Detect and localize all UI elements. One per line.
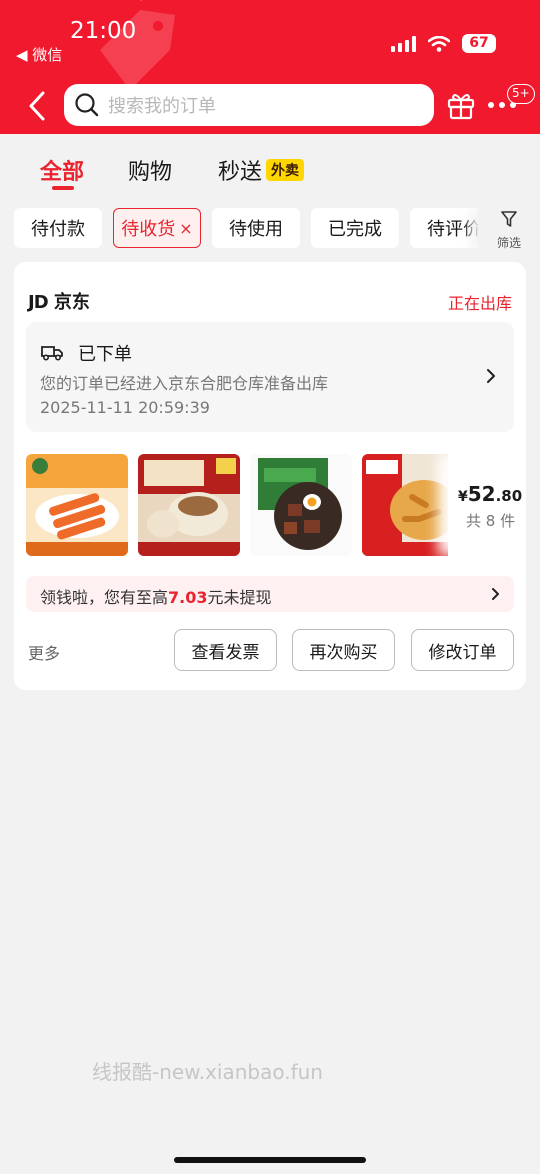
logistics-description: 您的订单已经进入京东合肥仓库准备出库	[40, 374, 329, 393]
status-indicators: 67	[391, 34, 496, 53]
view-invoice-button[interactable]: 查看发票	[174, 629, 277, 671]
filter-chip-pending-receipt[interactable]: 待收货 ×	[113, 208, 201, 248]
status-time: 21:00	[70, 18, 137, 44]
search-icon	[75, 93, 99, 117]
battery-icon: 67	[462, 34, 496, 53]
cashback-promo-banner[interactable]: 领钱啦，您有至高7.03元未提现	[26, 576, 514, 612]
order-status: 正在出库	[447, 294, 512, 313]
promo-amount: 7.03	[168, 588, 208, 607]
order-category-tabs: 全部 购物 秒送 外卖	[0, 134, 540, 200]
status-filter-bar: 待付款 待收货 × 待使用 已完成 待评价 筛选	[0, 208, 540, 250]
shop-name-label: 京东	[53, 292, 90, 313]
order-total-panel: ¥52.80 共 8 件	[448, 454, 526, 556]
jd-logo: JD	[28, 292, 49, 313]
active-tab-indicator	[52, 186, 74, 190]
product-thumb-crab-sticks[interactable]	[26, 454, 128, 556]
logistics-time: 2025-11-11 20:59:39	[40, 398, 210, 417]
chevron-right-icon	[487, 369, 495, 383]
funnel-icon	[501, 211, 517, 227]
modify-order-button[interactable]: 修改订单	[411, 629, 514, 671]
filter-chip-completed[interactable]: 已完成	[311, 208, 399, 248]
takeaway-badge: 外卖	[266, 159, 305, 181]
filter-chip-label: 待收货	[121, 219, 176, 240]
product-thumb-braised-beef[interactable]	[250, 454, 352, 556]
watermark-text: 线报酷-new.xianbao.fun	[92, 1060, 323, 1084]
chevron-right-icon	[492, 588, 499, 600]
filter-label: 筛选	[496, 236, 521, 250]
promo-text: 领钱啦，您有至高7.03元未提现	[40, 588, 272, 607]
logistics-title: 已下单	[78, 344, 132, 365]
header-bar: 21:00 ◀ 微信 67 搜索我的订单 5+	[0, 0, 540, 134]
shop-name[interactable]: JD 京东	[28, 288, 90, 314]
item-count: 共 8 件	[466, 512, 516, 530]
home-indicator[interactable]	[174, 1157, 366, 1163]
truck-icon	[41, 346, 63, 361]
filter-chip-to-use[interactable]: 待使用	[212, 208, 300, 248]
order-search-input[interactable]: 搜索我的订单	[64, 84, 434, 126]
more-actions-link[interactable]: 更多	[28, 640, 60, 664]
product-thumb-siu-mai[interactable]	[138, 454, 240, 556]
search-placeholder: 搜索我的订单	[108, 96, 216, 117]
logistics-panel[interactable]: 已下单 您的订单已经进入京东合肥仓库准备出库 2025-11-11 20:59:…	[26, 322, 514, 432]
close-icon[interactable]: ×	[179, 219, 192, 238]
order-total-price: ¥52.80	[458, 482, 523, 506]
tab-all[interactable]: 全部	[40, 154, 84, 186]
buy-again-button[interactable]: 再次购买	[292, 629, 395, 671]
cellular-signal-icon	[391, 35, 416, 52]
more-menu-badge: 5+	[507, 84, 535, 104]
filter-button[interactable]: 筛选	[488, 210, 530, 250]
back-to-app-link[interactable]: ◀ 微信	[16, 44, 62, 65]
tab-instant-delivery[interactable]: 秒送 外卖	[218, 154, 305, 186]
wifi-icon	[428, 35, 450, 52]
back-arrow-icon[interactable]	[26, 90, 50, 122]
tab-shopping[interactable]: 购物	[128, 154, 172, 186]
filter-chip-pending-payment[interactable]: 待付款	[14, 208, 102, 248]
order-card[interactable]: JD 京东 正在出库 已下单 您的订单已经进入京东合肥仓库准备出库 2025-1…	[14, 262, 526, 690]
gift-icon[interactable]	[446, 90, 476, 120]
tab-instant-delivery-label: 秒送	[218, 160, 263, 185]
